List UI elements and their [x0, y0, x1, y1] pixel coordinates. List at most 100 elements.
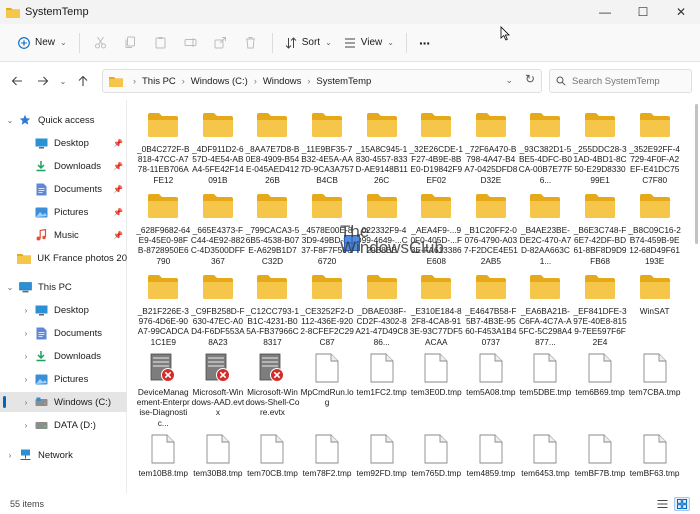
chevron-right-icon[interactable]: ›	[20, 421, 32, 430]
file-item[interactable]: _CE3252F2-D112-436E-9202-8CFEF2C29C87	[300, 270, 355, 351]
file-item[interactable]: tem5DBE.tmp	[518, 351, 573, 432]
file-item[interactable]: MpCmdRun.log	[300, 351, 355, 432]
view-button[interactable]: View ⌄	[338, 29, 400, 57]
back-button[interactable]	[4, 68, 30, 94]
file-item[interactable]: _EA6BA21B-C6FA-4C7A-A5FC-5C298A4877...	[518, 270, 573, 351]
file-item[interactable]: tem10B8.tmp	[136, 432, 191, 494]
file-item[interactable]: WinSAT	[627, 270, 682, 351]
sidebar-item-this-pc[interactable]: ⌄ This PC	[0, 277, 127, 297]
file-item[interactable]: _4DF911D2-657D-4E54-ABA4-5FE42F14091B	[191, 108, 246, 189]
sidebar-item-data-d[interactable]: › DATA (D:)	[0, 415, 127, 435]
chevron-right-icon[interactable]: ›	[20, 352, 32, 361]
file-item[interactable]: tem3E0D.tmp	[409, 351, 464, 432]
refresh-icon[interactable]: ↻	[525, 72, 535, 86]
copy-button[interactable]	[116, 29, 146, 57]
chevron-right-icon[interactable]: ›	[20, 306, 32, 315]
sidebar-item-documents[interactable]: Documents 📌	[0, 179, 127, 199]
sidebar-item-windows-c[interactable]: › Windows (C:)	[0, 392, 127, 412]
file-item[interactable]: tem78F2.tmp	[300, 432, 355, 494]
file-item[interactable]: _022332F9-4D99-4649-...C29B8BB	[354, 189, 409, 270]
file-item[interactable]: _C9FB258D-F630-47EC-A0D4-F6DF553A8A23	[191, 270, 246, 351]
file-item[interactable]: _352E92FF-4729-4F0F-A2EF-E41DC75C7F80	[627, 108, 682, 189]
forward-button[interactable]	[30, 68, 56, 94]
breadcrumb-systemtemp[interactable]: SystemTemp	[316, 76, 371, 87]
recent-locations-button[interactable]: ⌄	[56, 68, 70, 94]
file-item[interactable]: _628F9682-64E9-45E0-98FB-8728950E6790	[136, 189, 191, 270]
sidebar-item-pictures[interactable]: Pictures 📌	[0, 202, 127, 222]
file-item[interactable]: tem6453.tmp	[518, 432, 573, 494]
breadcrumb-windows-c[interactable]: Windows (C:)	[191, 76, 248, 87]
chevron-right-icon[interactable]: ›	[4, 451, 16, 460]
cut-button[interactable]	[86, 29, 116, 57]
share-button[interactable]	[206, 29, 236, 57]
file-item[interactable]: Microsoft-Windows-AAD.evtx	[191, 351, 246, 432]
file-item[interactable]: temBF63.tmp	[627, 432, 682, 494]
file-item[interactable]: _4578E00E-83D9-49BD-8537-F8F7F56C6720	[300, 189, 355, 270]
file-item[interactable]: _B1C20FF2-0076-4790-A037-F2DCE4E512AB5	[464, 189, 519, 270]
file-item[interactable]: tem30B8.tmp	[191, 432, 246, 494]
details-view-button[interactable]	[654, 497, 670, 511]
file-item[interactable]: _665E4373-FC44-4E92-882C-4D3500DFF367	[191, 189, 246, 270]
sidebar-item-pc-downloads[interactable]: › Downloads	[0, 346, 127, 366]
file-item[interactable]: _DBAE038F-CD2F-4302-8A21-47D49C886...	[354, 270, 409, 351]
file-item[interactable]: tem6B69.tmp	[573, 351, 628, 432]
file-item[interactable]: _32E26CDE-1F27-4B9E-8BE0-D19842F9EF02	[409, 108, 464, 189]
more-options-button[interactable]: ···	[413, 29, 436, 57]
rename-button[interactable]	[176, 29, 206, 57]
file-item[interactable]: tem5A08.tmp	[464, 351, 519, 432]
new-button[interactable]: New ⌄	[12, 29, 73, 57]
file-item[interactable]: _0B4C272F-B818-47CC-A778-11EB706AFE12	[136, 108, 191, 189]
file-item[interactable]: _15A8C945-1830-4557-833D-AE9148B1126C	[354, 108, 409, 189]
file-item[interactable]: tem92FD.tmp	[354, 432, 409, 494]
close-button[interactable]: ✕	[662, 0, 700, 24]
file-item[interactable]: tem7CBA.tmp	[627, 351, 682, 432]
file-item[interactable]: DeviceManagement-Enterprise-Diagnostic..…	[136, 351, 191, 432]
breadcrumb-windows[interactable]: Windows	[263, 76, 302, 87]
sidebar-item-pc-pictures[interactable]: › Pictures	[0, 369, 127, 389]
maximize-button[interactable]: ☐	[624, 0, 662, 24]
file-item[interactable]: tem1FC2.tmp	[354, 351, 409, 432]
file-item[interactable]: _E4647B58-F5B7-4B3E-9560-F453A1B40737	[464, 270, 519, 351]
chevron-right-icon[interactable]: ›	[20, 329, 32, 338]
paste-button[interactable]	[146, 29, 176, 57]
file-item[interactable]: _E310E184-82F8-4CA8-913E-93C77DF5ACAA	[409, 270, 464, 351]
breadcrumb-this-pc[interactable]: This PC	[142, 76, 176, 87]
sidebar-item-music[interactable]: Music 📌	[0, 225, 127, 245]
file-item[interactable]: tem4859.tmp	[464, 432, 519, 494]
file-item[interactable]: _8AA7E7D8-B0E8-4909-B54E-045AED41226B	[245, 108, 300, 189]
file-item[interactable]: _C12CC793-1B1C-4231-B05A-FB37966C8317	[245, 270, 300, 351]
file-item[interactable]: _72F6A470-B798-4A47-B4A7-0425DFD8D32E	[464, 108, 519, 189]
file-item[interactable]: _11E9BF35-7B32-4E5A-AA7D-9CA3A757B4CB	[300, 108, 355, 189]
file-item[interactable]: _799CACA3-56B5-4538-B07E-A629B1D7C32D	[245, 189, 300, 270]
file-item[interactable]: _93C382D1-5BE5-4DFC-B0CA-00B7E77F6...	[518, 108, 573, 189]
file-item[interactable]: _AEA4F9-...90F0-405D-...F3E-FA613386E608	[409, 189, 464, 270]
sidebar-item-downloads[interactable]: Downloads 📌	[0, 156, 127, 176]
file-item[interactable]: _EF841DFE-397E-40E8-8159-7EE597F6F2E4	[573, 270, 628, 351]
sidebar-item-desktop[interactable]: Desktop 📌	[0, 133, 127, 153]
search-input[interactable]	[572, 75, 682, 87]
chevron-right-icon[interactable]: ›	[20, 375, 32, 384]
sidebar-item-quick-access[interactable]: ⌄ Quick access	[0, 110, 127, 130]
chevron-down-icon[interactable]: ⌄	[4, 283, 16, 292]
file-item[interactable]: tem765D.tmp	[409, 432, 464, 494]
sort-button[interactable]: Sort ⌄	[279, 29, 338, 57]
file-item[interactable]: Microsoft-Windows-Shell-Core.evtx	[245, 351, 300, 432]
sidebar-item-network[interactable]: › Network	[0, 445, 127, 465]
file-item[interactable]: _B4AE23BE-DE2C-470-A7D-82AA663C1...	[518, 189, 573, 270]
file-item[interactable]: _B8C09C16-2B74-459B-9E12-68D49F61193E	[627, 189, 682, 270]
sidebar-item-pc-desktop[interactable]: › Desktop	[0, 300, 127, 320]
file-view[interactable]: _0B4C272F-B818-47CC-A778-11EB706AFE12 _4D…	[128, 100, 700, 494]
large-icons-view-button[interactable]	[674, 497, 690, 511]
file-item[interactable]: _255DDC28-31AD-4BD1-8C50-E29D833099E1	[573, 108, 628, 189]
search-box[interactable]	[549, 69, 692, 93]
file-item[interactable]: tem70CB.tmp	[245, 432, 300, 494]
sidebar-item-uk-france-photos[interactable]: UK France photos 20	[0, 248, 127, 268]
address-bar[interactable]: › This PC › Windows (C:) › Windows › Sys…	[102, 69, 542, 93]
file-item[interactable]: _B21F226E-3976-4D6E-90A7-99CADCA1C1E9	[136, 270, 191, 351]
minimize-button[interactable]: —	[586, 0, 624, 24]
up-button[interactable]	[70, 68, 96, 94]
delete-button[interactable]	[236, 29, 266, 57]
vertical-scrollbar[interactable]	[695, 104, 698, 244]
chevron-down-icon[interactable]: ⌄	[505, 75, 513, 86]
file-item[interactable]: _B6E3C748-F6E7-42DF-BD61-8BF8D9D9FB68	[573, 189, 628, 270]
